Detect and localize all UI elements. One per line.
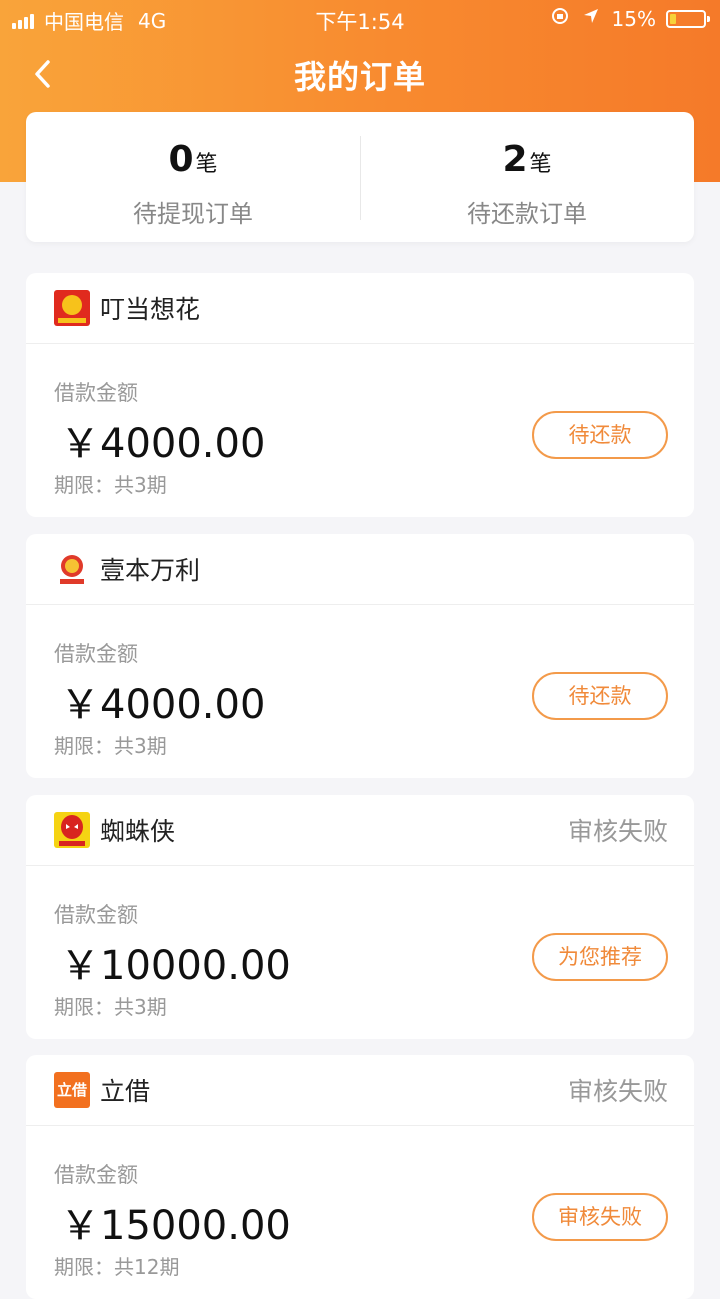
loan-amount-label: 借款金额 xyxy=(54,1163,138,1187)
order-card[interactable]: 立借 立借 审核失败 借款金额 ￥15000.00 期限：共12期 审核失败 xyxy=(26,1055,694,1299)
repay-button[interactable]: 待还款 xyxy=(532,672,668,720)
nav-bar: 我的订单 xyxy=(0,44,720,104)
lender-name: 立借 xyxy=(100,1077,151,1106)
loan-term: 期限：共3期 xyxy=(54,473,167,497)
loan-term: 期限：共3期 xyxy=(54,995,167,1019)
dingdang-logo-icon xyxy=(54,290,90,326)
loan-amount: ￥15000.00 xyxy=(60,1203,291,1249)
recommend-button[interactable]: 为您推荐 xyxy=(532,933,668,981)
pending-withdrawal-summary[interactable]: 0笔 待提现订单 xyxy=(26,112,360,242)
page-title: 我的订单 xyxy=(293,58,426,96)
status-bar: 中国电信 4G 下午1:54 15% xyxy=(0,0,720,38)
yiben-logo-icon xyxy=(54,551,90,587)
pending-repayment-label: 待还款订单 xyxy=(467,200,587,228)
orientation-lock-icon xyxy=(550,6,570,31)
battery-percent: 15% xyxy=(611,6,656,31)
pending-repayment-count: 2 xyxy=(502,139,528,180)
loan-amount: ￥4000.00 xyxy=(60,682,266,728)
lender-name: 叮当想花 xyxy=(100,295,201,324)
loan-amount: ￥10000.00 xyxy=(60,943,291,989)
spiderman-logo-icon xyxy=(54,812,90,848)
pending-withdrawal-label: 待提现订单 xyxy=(133,200,253,228)
order-status: 审核失败 xyxy=(567,817,668,846)
loan-amount-label: 借款金额 xyxy=(54,903,138,927)
lender-name: 蜘蛛侠 xyxy=(100,817,176,846)
lijie-logo-text: 立借 xyxy=(56,1081,87,1099)
loan-amount-label: 借款金额 xyxy=(54,381,138,405)
lender-name: 壹本万利 xyxy=(100,556,201,585)
count-unit: 笔 xyxy=(529,152,552,177)
count-unit: 笔 xyxy=(195,152,218,177)
order-card[interactable]: 壹本万利 借款金额 ￥4000.00 期限：共3期 待还款 xyxy=(26,534,694,778)
lijie-logo-icon: 立借 xyxy=(54,1072,90,1108)
loan-term: 期限：共12期 xyxy=(54,1255,180,1279)
order-card[interactable]: 蜘蛛侠 审核失败 借款金额 ￥10000.00 期限：共3期 为您推荐 xyxy=(26,795,694,1039)
loan-amount: ￥4000.00 xyxy=(60,421,266,467)
location-arrow-icon xyxy=(582,7,600,30)
pending-withdrawal-count: 0 xyxy=(168,139,194,180)
order-summary-card: 0笔 待提现订单 2笔 待还款订单 xyxy=(26,112,694,242)
repay-button[interactable]: 待还款 xyxy=(532,411,668,459)
loan-amount-label: 借款金额 xyxy=(54,642,138,666)
loan-term: 期限：共3期 xyxy=(54,734,167,758)
order-status: 审核失败 xyxy=(567,1077,668,1106)
review-failed-button[interactable]: 审核失败 xyxy=(532,1193,668,1241)
battery-icon xyxy=(666,9,710,28)
pending-repayment-summary[interactable]: 2笔 待还款订单 xyxy=(360,112,694,242)
order-card[interactable]: 叮当想花 借款金额 ￥4000.00 期限：共3期 待还款 xyxy=(26,273,694,517)
